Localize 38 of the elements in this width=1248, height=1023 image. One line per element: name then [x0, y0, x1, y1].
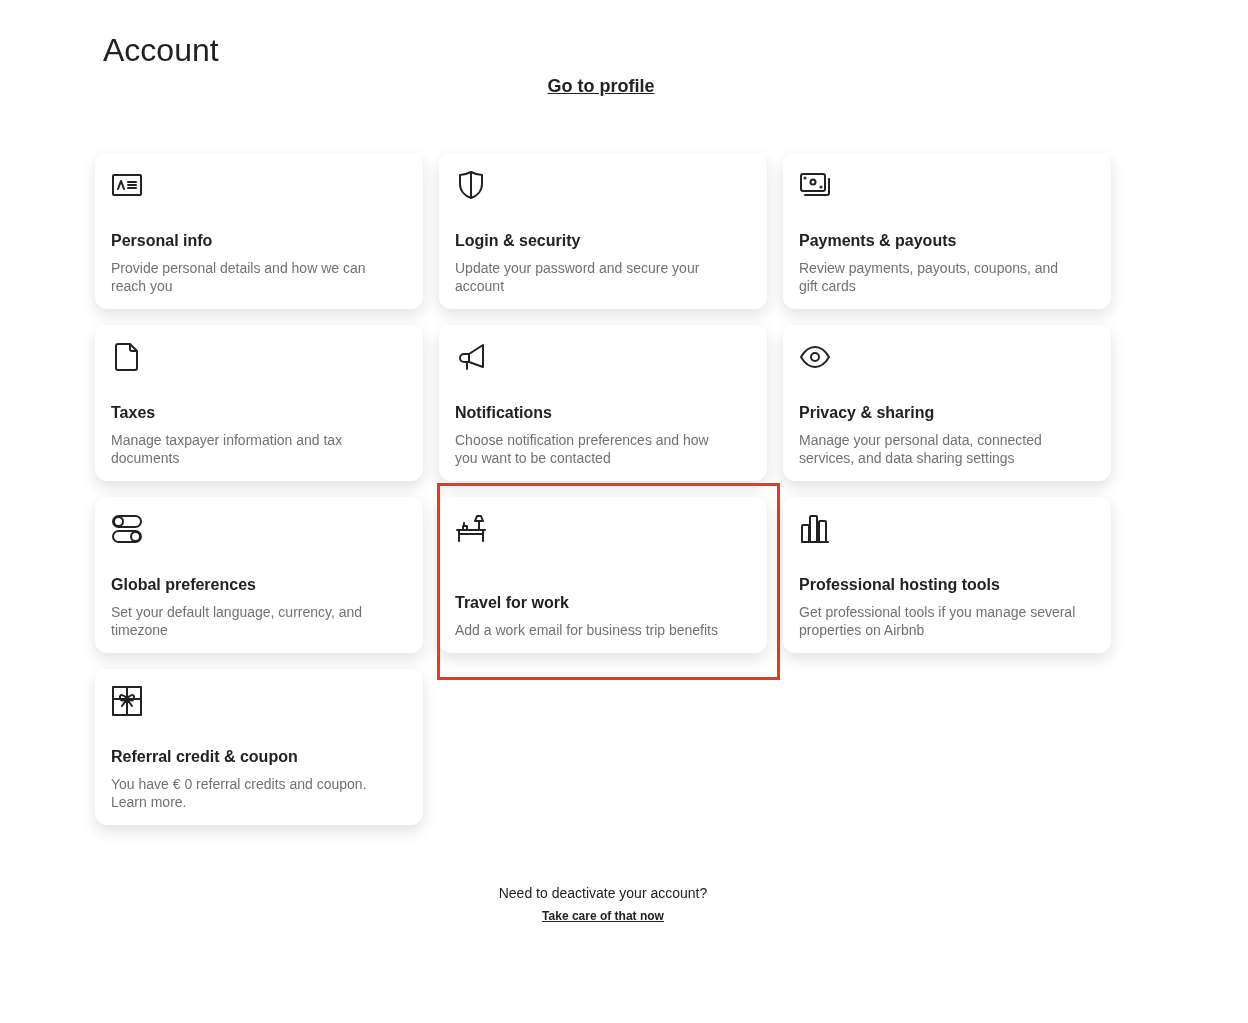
profile-link[interactable]: Go to profile: [547, 76, 655, 97]
settings-card[interactable]: Travel for work Add a work email for business trip benefits: [439, 497, 767, 653]
card-description: Get professional tools if you manage several properties on Airbnb: [799, 603, 1077, 639]
card-description: Manage taxpayer information and tax documents: [111, 431, 344, 467]
settings-card[interactable]: Professional hosting tools Get professional tools if you manage several properties on Airbnb: [783, 497, 1111, 653]
card-description: Choose notification preferences and how you want to be contacted: [455, 431, 710, 467]
settings-card[interactable]: Taxes Manage taxpayer information and tax documents: [95, 325, 423, 481]
card-title: Notifications: [455, 403, 553, 423]
card-title: Global preferences: [111, 575, 257, 595]
settings-card[interactable]: Privacy & sharing Manage your personal data, connected services, and data sharing settings: [783, 325, 1111, 481]
gift-icon: [111, 685, 143, 717]
card-title: Referral credit & coupon: [111, 747, 299, 767]
card-description: Set your default language, currency, and timezone: [111, 603, 364, 639]
card-description: Manage your personal data, connected services, and data sharing settings: [799, 431, 1043, 467]
bar-chart-icon: [799, 513, 831, 545]
card-description: Update your password and secure your account: [455, 259, 701, 295]
card-title: Personal info: [111, 231, 214, 251]
deactivate-question: Need to deactivate your account?: [498, 885, 708, 901]
card-description: You have € 0 referral credits and coupon. Learn more.: [111, 775, 368, 811]
page-title: Account: [103, 31, 220, 70]
card-title: Professional hosting tools: [799, 575, 1001, 595]
settings-card[interactable]: Notifications Choose notification preferences and how you want to be contacted: [439, 325, 767, 481]
card-description: Add a work email for business trip benefits: [455, 621, 719, 639]
card-title: Travel for work: [455, 593, 570, 613]
card-title: Payments & payouts: [799, 231, 958, 251]
toggles-icon: [111, 513, 143, 545]
desk-icon: [455, 513, 487, 545]
deactivate-link[interactable]: Take care of that now: [542, 909, 664, 923]
card-description: Provide personal details and how we can reach you: [111, 259, 367, 295]
card-title: Login & security: [455, 231, 582, 251]
settings-card[interactable]: Payments & payouts Review payments, payouts, coupons, and gift cards: [783, 153, 1111, 309]
settings-card[interactable]: Referral credit & coupon You have € 0 referral credits and coupon. Learn more.: [95, 669, 423, 825]
card-description: Review payments, payouts, coupons, and gift cards: [799, 259, 1060, 295]
card-title: Taxes: [111, 403, 157, 423]
settings-card[interactable]: Personal info Provide personal details and how we can reach you: [95, 153, 423, 309]
settings-card[interactable]: Global preferences Set your default language, currency, and timezone: [95, 497, 423, 653]
card-title: Privacy & sharing: [799, 403, 936, 423]
settings-card[interactable]: Login & security Update your password and secure your account: [439, 153, 767, 309]
